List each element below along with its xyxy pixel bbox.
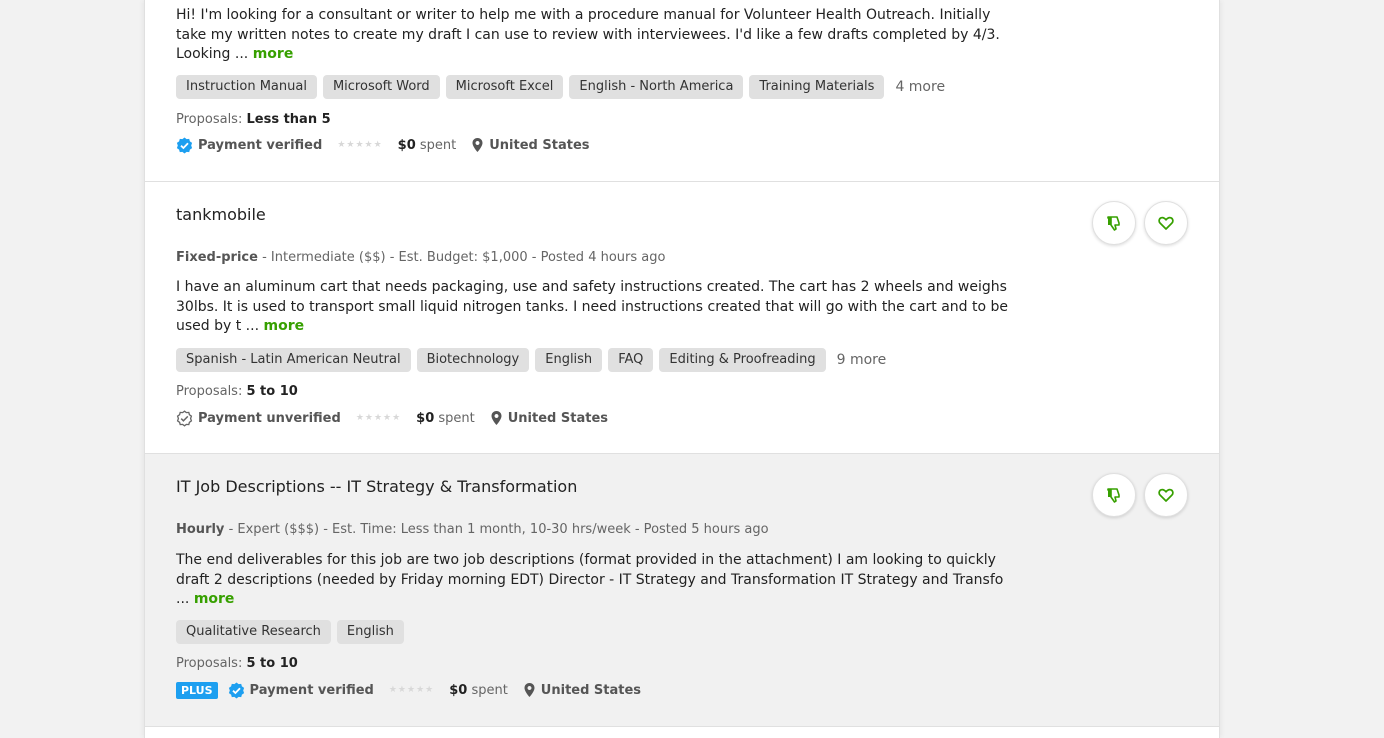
skill-tags: Spanish - Latin American Neutral Biotech… [176, 348, 886, 372]
job-title[interactable]: tankmobile [176, 205, 266, 224]
verified-check-icon [228, 682, 244, 698]
payment-status: Payment verified [249, 682, 374, 698]
job-meta-details: - Intermediate ($$) - Est. Budget: $1,00… [262, 250, 666, 265]
thumbs-down-icon [1107, 488, 1120, 503]
skill-tag[interactable]: English - North America [569, 75, 744, 99]
client-spent: $0 spent [398, 138, 457, 153]
proposals-count: Proposals: Less than 5 [176, 112, 331, 127]
client-location: United States [489, 137, 590, 153]
client-info: PLUS Payment verified ★★★★★ $0 spent Uni… [176, 681, 641, 699]
proposals-count: Proposals: 5 to 10 [176, 656, 298, 671]
skill-tag[interactable]: Microsoft Word [322, 75, 440, 99]
skill-tag[interactable]: Qualitative Research [176, 620, 331, 644]
client-rating: ★★★★★ [337, 140, 383, 150]
job-meta-details: - Expert ($$$) - Est. Time: Less than 1 … [228, 522, 769, 537]
job-description: The end deliverables for this job are tw… [176, 551, 1016, 610]
heart-icon [1158, 216, 1174, 230]
spent-amount: $0 [449, 682, 468, 698]
more-link[interactable]: more [194, 591, 235, 607]
skill-tag[interactable]: Editing & Proofreading [659, 348, 826, 372]
client-info: Payment verified ★★★★★ $0 spent United S… [176, 136, 590, 154]
skill-tags: Instruction Manual Microsoft Word Micros… [176, 75, 945, 99]
job-tile[interactable]: Hi! I'm looking for a consultant or writ… [145, 0, 1219, 182]
payment-status: Payment unverified [198, 410, 341, 426]
save-job-button[interactable] [1144, 473, 1188, 517]
job-actions [1092, 473, 1188, 517]
job-tile[interactable]: tankmobile Fixed-price - Intermediate ($… [145, 182, 1219, 454]
client-rating: ★★★★★ [388, 685, 435, 695]
skill-tag[interactable]: Spanish - Latin American Neutral [176, 348, 411, 372]
proposals-label: Proposals: [176, 656, 243, 671]
map-pin-icon [524, 683, 535, 697]
job-tile[interactable]: IT Job Descriptions -- IT Strategy & Tra… [145, 454, 1219, 727]
job-description-text: The end deliverables for this job are tw… [176, 552, 1004, 608]
job-meta: Hourly - Expert ($$$) - Est. Time: Less … [176, 522, 769, 537]
skill-tag[interactable]: Instruction Manual [176, 75, 317, 99]
client-spent: $0 spent [449, 683, 508, 698]
skill-tag[interactable]: Microsoft Excel [445, 75, 564, 99]
project-type: Hourly [176, 522, 225, 537]
job-title[interactable]: IT Job Descriptions -- IT Strategy & Tra… [176, 477, 577, 496]
unverified-check-icon [176, 409, 193, 427]
skill-tags: Qualitative Research English [176, 620, 404, 644]
proposals-label: Proposals: [176, 384, 243, 399]
spent-label: spent [419, 137, 457, 153]
plus-badge: PLUS [176, 681, 218, 699]
spent-amount: $0 [397, 137, 416, 153]
job-meta: Fixed-price - Intermediate ($$) - Est. B… [176, 250, 665, 265]
job-description: I have an aluminum cart that needs packa… [176, 278, 1016, 337]
more-link[interactable]: more [263, 318, 304, 334]
job-actions [1092, 201, 1188, 245]
proposals-value: 5 to 10 [246, 384, 298, 399]
proposals-count: Proposals: 5 to 10 [176, 384, 298, 399]
job-description: Hi! I'm looking for a consultant or writ… [176, 6, 1016, 65]
client-location: United States [540, 682, 642, 698]
client-spent: $0 spent [416, 411, 475, 426]
client-rating: ★★★★★ [355, 413, 402, 423]
spent-label: spent [471, 682, 508, 698]
save-job-button[interactable] [1144, 201, 1188, 245]
spent-amount: $0 [416, 410, 435, 426]
heart-icon [1158, 488, 1174, 502]
more-skills-link[interactable]: 4 more [895, 79, 945, 95]
more-skills-link[interactable]: 9 more [837, 352, 887, 368]
proposals-label: Proposals: [176, 112, 243, 127]
skill-tag[interactable]: English [336, 620, 404, 644]
skill-tag[interactable]: Training Materials [749, 75, 885, 99]
thumbs-down-icon [1107, 216, 1120, 231]
proposals-value: Less than 5 [246, 112, 331, 127]
job-feed: Hi! I'm looking for a consultant or writ… [144, 0, 1220, 738]
map-pin-icon [472, 138, 483, 152]
client-info: Payment unverified ★★★★★ $0 spent United… [176, 409, 608, 427]
skill-tag[interactable]: Biotechnology [416, 348, 530, 372]
spent-label: spent [438, 410, 475, 426]
more-link[interactable]: more [253, 46, 294, 62]
dislike-button[interactable] [1092, 473, 1136, 517]
job-description-text: Hi! I'm looking for a consultant or writ… [176, 7, 1000, 63]
client-location: United States [507, 410, 608, 426]
project-type: Fixed-price [176, 250, 258, 265]
skill-tag[interactable]: FAQ [608, 348, 654, 372]
skill-tag[interactable]: English [535, 348, 603, 372]
proposals-value: 5 to 10 [246, 656, 298, 671]
payment-status: Payment verified [198, 137, 323, 153]
map-pin-icon [491, 411, 502, 425]
verified-check-icon [176, 137, 193, 153]
dislike-button[interactable] [1092, 201, 1136, 245]
